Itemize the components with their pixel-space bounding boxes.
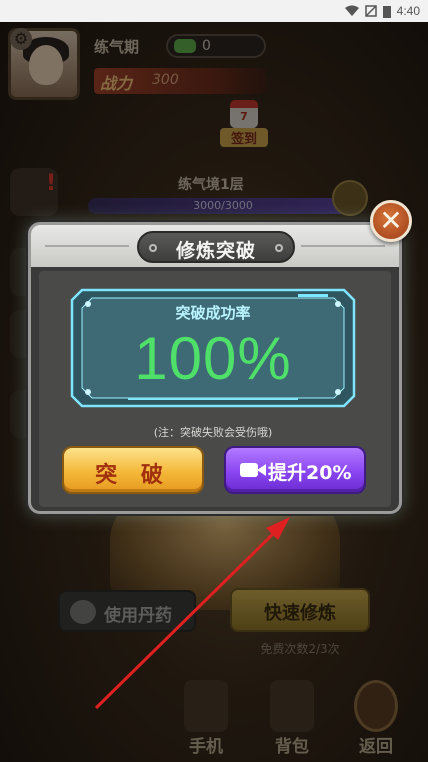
boost-rate-label: 提升20%	[268, 462, 352, 484]
failure-note: (注：突破失败会受伤哦)	[153, 426, 273, 439]
close-button[interactable]: ✕	[370, 200, 412, 242]
success-rate-panel: 突破成功率 100%	[68, 286, 358, 410]
dialog-title: 修炼突破	[175, 240, 256, 262]
video-camera-icon	[240, 463, 258, 477]
dialog-title-plate: 修炼突破	[137, 231, 295, 263]
close-icon: ✕	[379, 204, 403, 237]
battery-icon	[382, 5, 391, 18]
dialog-header: 修炼突破	[31, 225, 399, 267]
breakthrough-label: 突 破	[95, 463, 171, 488]
status-time: 4:40	[396, 4, 420, 18]
video-camera-icon-tip	[257, 464, 266, 476]
success-rate-value: 100%	[134, 325, 292, 392]
boost-rate-button[interactable]: 提升20%	[224, 446, 366, 494]
wifi-icon	[344, 5, 359, 16]
success-rate-label: 突破成功率	[175, 304, 251, 322]
no-sim-icon	[364, 5, 377, 17]
header-ornament	[45, 245, 129, 247]
header-ornament	[301, 245, 385, 247]
breakthrough-button[interactable]: 突 破	[62, 446, 204, 494]
status-bar: 4:40	[0, 0, 428, 22]
